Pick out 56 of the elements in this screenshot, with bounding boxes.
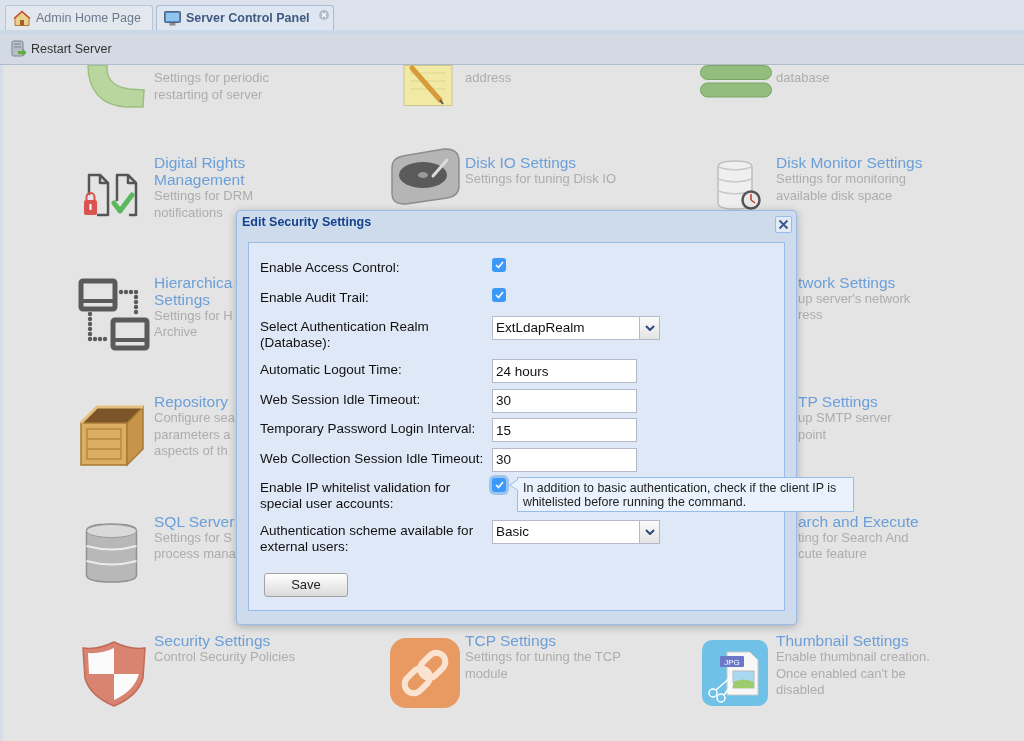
stacked-discs-icon xyxy=(700,65,772,98)
field-label: Automatic Logout Time: xyxy=(260,362,402,377)
settings-link[interactable]: Thumbnail Settings xyxy=(776,632,909,649)
checkbox[interactable] xyxy=(492,478,506,492)
settings-link[interactable]: TP Settings xyxy=(798,393,878,410)
close-icon xyxy=(778,219,789,230)
text-field[interactable]: 24 hours xyxy=(492,359,637,383)
tab[interactable]: Server Control Panel xyxy=(155,5,334,30)
text-field[interactable]: 15 xyxy=(492,418,637,442)
field-label: Web Session Idle Timeout: xyxy=(260,391,421,407)
close-button[interactable] xyxy=(775,216,792,233)
field-label: Authentication scheme available for external users: xyxy=(260,523,474,554)
settings-link[interactable]: Hierarchica Settings xyxy=(154,273,233,308)
close-icon[interactable] xyxy=(318,10,329,20)
field-label: Select Authentication Realm (Database): xyxy=(260,319,429,350)
field-label: Web Collection Session Idle Timeout: xyxy=(260,450,484,466)
link-icon xyxy=(389,637,461,709)
settings-link[interactable]: SQL Server xyxy=(154,512,235,530)
monitor-icon xyxy=(163,10,181,26)
shield-icon xyxy=(80,640,147,707)
settings-link[interactable]: Repository xyxy=(154,393,229,410)
field-label: Temporary Password Login Interval: xyxy=(260,421,476,436)
settings-link[interactable]: TCP Settings xyxy=(465,632,557,649)
checkbox[interactable] xyxy=(492,258,506,272)
settings-link[interactable]: arch and Execute xyxy=(798,512,919,530)
dropdown-button[interactable] xyxy=(639,317,659,339)
field-label: Enable IP whitelist validation for special user accounts: xyxy=(260,480,451,511)
tab[interactable]: Admin Home Page xyxy=(5,5,153,30)
crescent-icon xyxy=(87,65,145,108)
text-field[interactable]: 30 xyxy=(492,388,637,413)
settings-link[interactable]: Digital Rights Management xyxy=(154,154,319,188)
checkbox[interactable] xyxy=(492,287,506,302)
field-label: Enable Access Control: xyxy=(260,260,400,275)
settings-link[interactable]: Security Settings xyxy=(154,632,271,649)
dropdown-button[interactable] xyxy=(639,521,659,543)
select-field[interactable]: Basic xyxy=(492,520,660,544)
image-file-scissors-icon: JPG xyxy=(701,639,769,707)
settings-link[interactable]: Disk IO Settings xyxy=(465,154,577,171)
chevron-down-icon xyxy=(644,529,655,535)
settings-link[interactable]: twork Settings xyxy=(798,273,896,291)
checkmark-icon xyxy=(494,290,504,299)
connected-monitors-icon xyxy=(78,277,150,351)
tooltip: In addition to basic authentication, check if the client IP is whitelisted before running the command. xyxy=(509,477,854,512)
toolbar-button[interactable]: Restart Server xyxy=(9,38,114,60)
chevron-down-icon xyxy=(644,325,655,331)
checkmark-icon xyxy=(494,261,504,269)
settings-link[interactable]: Disk Monitor Settings xyxy=(776,154,923,171)
database-icon xyxy=(85,522,138,583)
house-icon xyxy=(13,10,31,26)
lock-and-check-documents-icon xyxy=(83,173,140,217)
select-field[interactable]: ExtLdapRealm xyxy=(492,316,660,340)
database-clock-icon xyxy=(716,160,761,210)
checkmark-icon xyxy=(494,481,504,489)
text-field[interactable]: 30 xyxy=(492,447,637,472)
save-button[interactable]: Save xyxy=(264,573,348,597)
field-label: Enable Audit Trail: xyxy=(260,289,369,305)
